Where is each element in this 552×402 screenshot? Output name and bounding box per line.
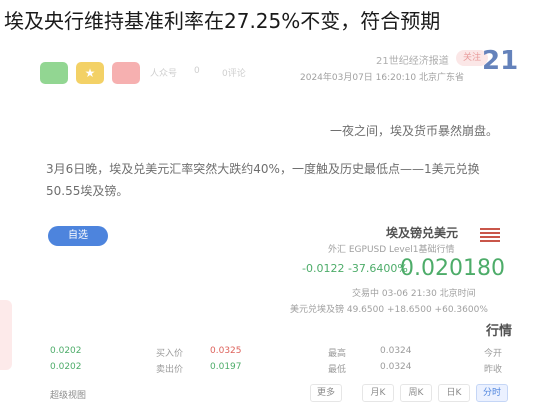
stat-label: 最高 bbox=[328, 349, 347, 359]
brand-name: 21世纪经济报道 bbox=[376, 56, 449, 67]
quote-title: 埃及镑兑美元 bbox=[386, 226, 459, 240]
stat-value: 0.0324 bbox=[380, 362, 412, 372]
related-quote[interactable]: 美元兑埃及镑 49.6500 +18.6500 +60.3600% bbox=[290, 302, 488, 315]
tab-more[interactable]: 更多 bbox=[310, 384, 342, 402]
market-title: 行情 bbox=[486, 324, 513, 339]
stat-label: 卖出价 bbox=[156, 365, 184, 375]
add-watchlist-button[interactable]: 自选 bbox=[48, 226, 108, 246]
quote-code: 外汇 EGPUSD Level1基础行情 bbox=[328, 245, 455, 255]
stat-label: 今开 bbox=[484, 349, 503, 359]
toolbar-text-2: 0 bbox=[194, 66, 200, 76]
article-paragraph-1: 一夜之间，埃及货币暴然崩盘。 bbox=[330, 124, 499, 138]
stat-value: 0.0202 bbox=[50, 346, 82, 356]
toolbar-text-1: 人众号 bbox=[150, 69, 178, 79]
tab-weekly[interactable]: 周K bbox=[400, 384, 432, 402]
tab-intraday[interactable]: 分时 bbox=[476, 384, 508, 402]
brand-logo: 21 bbox=[482, 46, 519, 76]
stat-value: 0.0197 bbox=[210, 362, 242, 372]
article-paragraph-2a: 3月6日晚，埃及兑美元汇率突然大跌约40%，一度触及历史最低点——1美元兑换 bbox=[46, 162, 480, 176]
star-icon[interactable]: ★ bbox=[76, 62, 104, 84]
stat-value: 0.0202 bbox=[50, 362, 82, 372]
weibo-icon[interactable] bbox=[112, 62, 140, 84]
stat-value: 0.0324 bbox=[380, 346, 412, 356]
toolbar-text-3: 0评论 bbox=[222, 69, 246, 79]
article-paragraph-2b: 50.55埃及镑。 bbox=[46, 184, 129, 198]
flag-icon bbox=[480, 228, 500, 242]
quote-price: 0.020180 bbox=[400, 256, 505, 281]
tab-monthly[interactable]: 月K bbox=[362, 384, 394, 402]
stat-label: 昨收 bbox=[484, 365, 503, 375]
side-handle bbox=[0, 300, 12, 370]
wechat-icon[interactable] bbox=[40, 62, 68, 84]
quote-change: -0.0122 -37.6400% bbox=[302, 262, 408, 275]
stat-label: 最低 bbox=[328, 365, 347, 375]
article-meta: 2024年03月07日 16:20:10 北京广东省 bbox=[300, 73, 464, 83]
add-watchlist-label: 自选 bbox=[68, 230, 88, 241]
quote-time: 交易中 03-06 21:30 北京时间 bbox=[352, 289, 476, 299]
stat-label: 买入价 bbox=[156, 349, 184, 359]
stat-value: 0.0325 bbox=[210, 346, 242, 356]
tab-daily[interactable]: 日K bbox=[438, 384, 470, 402]
headline: 埃及央行维持基准利率在27.25%不变，符合预期 bbox=[4, 9, 441, 33]
article-screenshot: ★ 人众号 0 0评论 21世纪经济报道 关注 2024年03月07日 16:2… bbox=[0, 0, 552, 402]
super-view-link[interactable]: 超级视图 bbox=[50, 388, 86, 401]
